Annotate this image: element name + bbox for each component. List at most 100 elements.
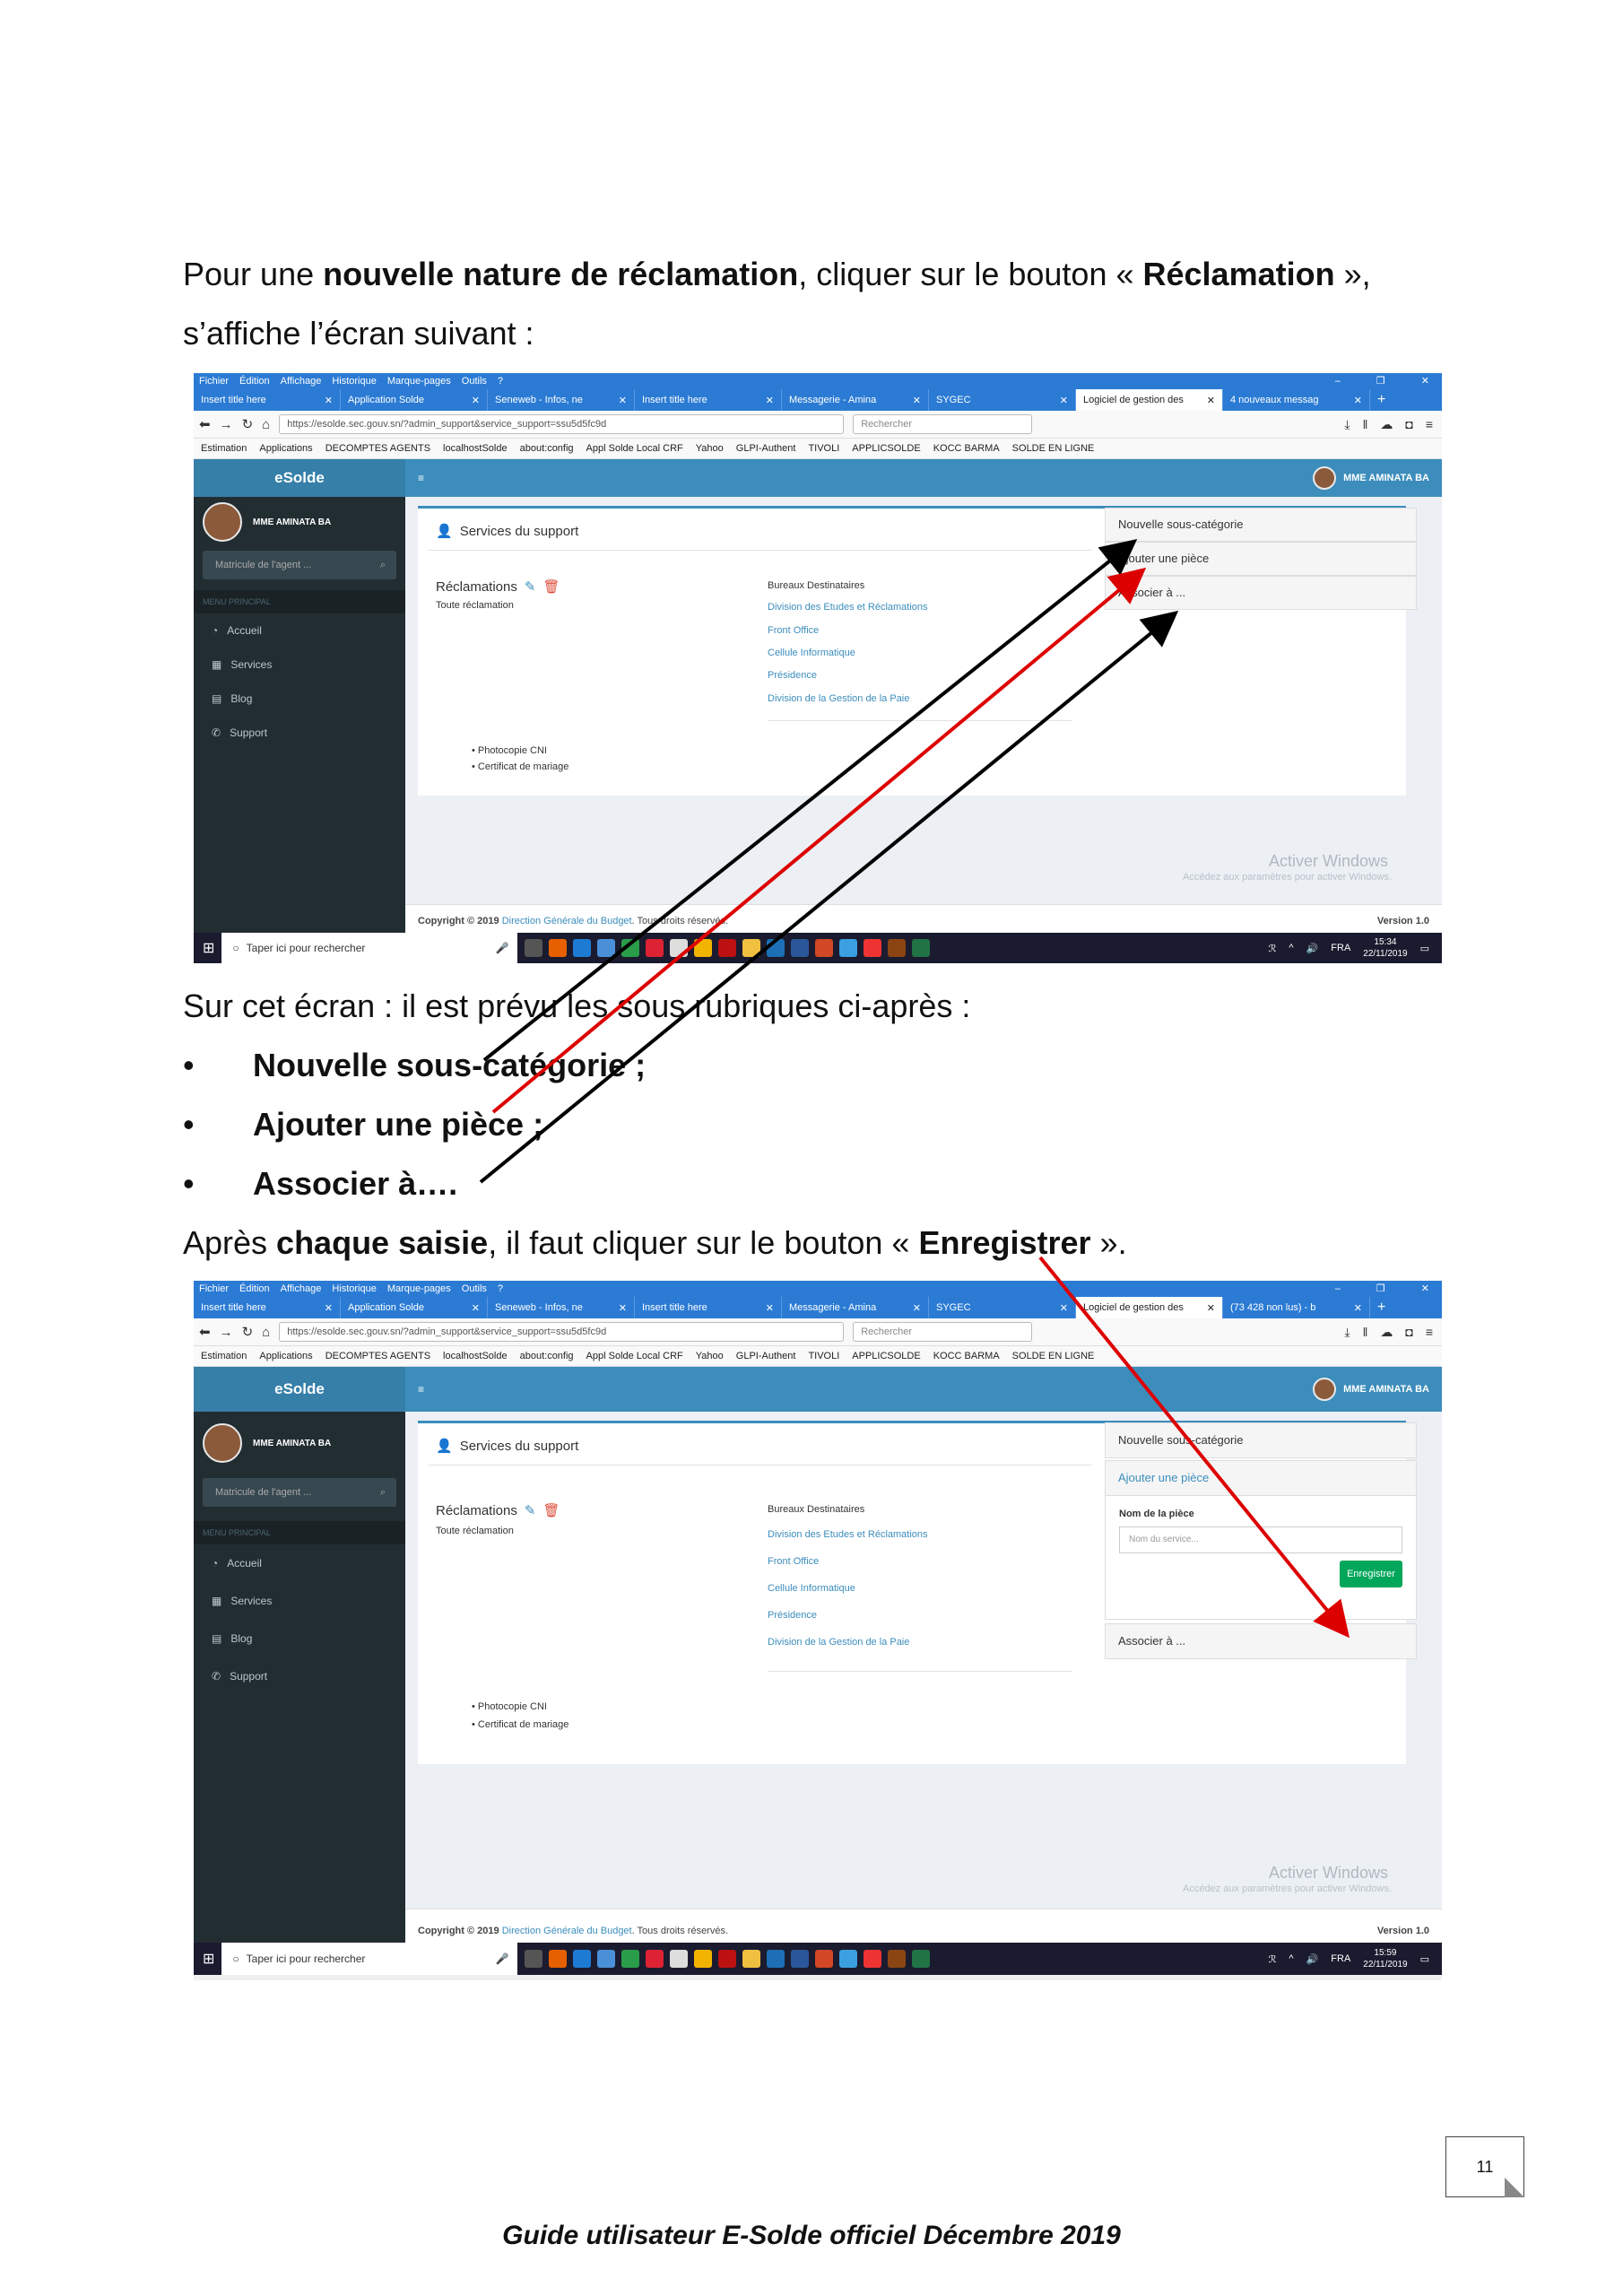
bookmark[interactable]: TIVOLI: [808, 1346, 839, 1366]
close-icon[interactable]: ✕: [1354, 1302, 1362, 1314]
dgb-link[interactable]: Direction Générale du Budget: [502, 916, 632, 926]
task-view-icon[interactable]: [525, 939, 543, 957]
excel-icon[interactable]: [912, 939, 931, 957]
browser-search-input[interactable]: Rechercher: [853, 1322, 1033, 1342]
bookmark[interactable]: about:config: [520, 439, 574, 458]
browser-tab[interactable]: Messagerie - Amina ✕: [782, 389, 929, 411]
bureau-link[interactable]: Présidence: [768, 670, 817, 681]
ajouter-piece-button[interactable]: Ajouter une pièce: [1105, 1460, 1417, 1496]
bureau-link[interactable]: Cellule Informatique: [768, 1583, 855, 1594]
trash-icon[interactable]: 🗑: [542, 578, 560, 595]
close-icon[interactable]: ✕: [766, 395, 774, 406]
sidebar-item-support[interactable]: ✆ Support: [194, 716, 405, 750]
sidebar-item-accueil[interactable]: ◔ Accueil: [194, 613, 405, 648]
bookmark[interactable]: Yahoo: [696, 1346, 724, 1366]
trash-icon[interactable]: 🗑: [542, 1502, 560, 1518]
bookmark[interactable]: KOCC BARMA: [933, 1346, 1000, 1366]
pocket-icon[interactable]: ◘: [1405, 417, 1412, 432]
folder-icon[interactable]: [742, 1950, 761, 1968]
chevron-up-icon[interactable]: ^: [1289, 943, 1293, 953]
restore-icon[interactable]: ❐: [1376, 1281, 1385, 1297]
task-view-icon[interactable]: [525, 1950, 543, 1968]
bookmark[interactable]: APPLICSOLDE: [852, 439, 920, 458]
menu-edition[interactable]: Édition: [239, 373, 270, 389]
menu-affichage[interactable]: Affichage: [281, 373, 322, 389]
browser-tab[interactable]: Seneweb - Infos, ne ✕: [488, 389, 635, 411]
bookmark[interactable]: about:config: [520, 1346, 574, 1366]
new-tab-icon[interactable]: +: [1370, 1297, 1393, 1318]
bookmark[interactable]: DECOMPTES AGENTS: [325, 439, 430, 458]
menu-marque-pages[interactable]: Marque-pages: [387, 1281, 451, 1297]
powerpoint-icon[interactable]: [815, 939, 834, 957]
new-tab-icon[interactable]: +: [1370, 389, 1393, 411]
menu-aide[interactable]: ?: [498, 373, 503, 389]
download-icon[interactable]: ⤓: [1344, 1325, 1350, 1340]
filezilla-icon[interactable]: [718, 939, 737, 957]
app-icon[interactable]: [597, 1950, 616, 1968]
edge-icon[interactable]: [573, 1950, 592, 1968]
reload-icon[interactable]: ↻: [242, 1324, 254, 1340]
dgb-link[interactable]: Direction Générale du Budget: [502, 1926, 632, 1936]
home-icon[interactable]: ⌂: [262, 1325, 270, 1340]
menu-icon[interactable]: ≡: [1426, 417, 1433, 432]
mail-icon[interactable]: [670, 1950, 689, 1968]
app-brand[interactable]: eSolde: [194, 459, 405, 497]
bookmark[interactable]: Appl Solde Local CRF: [586, 1346, 683, 1366]
edge-icon[interactable]: [573, 939, 592, 957]
browser-tab[interactable]: Seneweb - Infos, ne ✕: [488, 1297, 635, 1318]
windows-start-icon[interactable]: ⊞: [203, 939, 214, 957]
download-icon[interactable]: ⤓: [1344, 417, 1350, 432]
microphone-icon[interactable]: 🎤: [495, 942, 517, 954]
back-icon[interactable]: ⬅: [199, 416, 211, 432]
people-icon[interactable]: ℛ: [1269, 943, 1277, 954]
ajouter-piece-button[interactable]: Ajouter une pièce: [1105, 542, 1417, 576]
firefox-icon[interactable]: [549, 1950, 568, 1968]
menu-edition[interactable]: Édition: [239, 1281, 270, 1297]
bookmark[interactable]: Appl Solde Local CRF: [586, 439, 683, 458]
app-icon[interactable]: [646, 1950, 664, 1968]
folder-icon[interactable]: [742, 939, 761, 957]
browser-tab-active[interactable]: Logiciel de gestion des ✕: [1076, 389, 1223, 411]
bureau-link[interactable]: Cellule Informatique: [768, 648, 855, 658]
app-icon[interactable]: [839, 1950, 858, 1968]
close-icon[interactable]: ✕: [619, 1302, 627, 1314]
menu-outils[interactable]: Outils: [462, 1281, 487, 1297]
bookmark[interactable]: DECOMPTES AGENTS: [325, 1346, 430, 1366]
close-icon[interactable]: ✕: [766, 1302, 774, 1314]
taskbar-search[interactable]: ○ Taper ici pour rechercher 🎤: [221, 1943, 518, 1975]
notification-icon[interactable]: ▭: [1420, 1953, 1429, 1965]
language[interactable]: FRA: [1331, 1953, 1350, 1964]
minimize-icon[interactable]: –: [1335, 1281, 1341, 1297]
bureau-link[interactable]: Front Office: [768, 1556, 819, 1567]
app-icon[interactable]: [767, 939, 785, 957]
volume-icon[interactable]: 🔊: [1306, 1953, 1319, 1965]
mail-icon[interactable]: [670, 939, 689, 957]
menu-icon[interactable]: ≡: [1426, 1325, 1433, 1340]
sync-icon[interactable]: ☁: [1380, 1325, 1393, 1340]
close-window-icon[interactable]: ✕: [1421, 1281, 1429, 1297]
bookmark[interactable]: TIVOLI: [808, 439, 839, 458]
bookmark[interactable]: Applications: [259, 439, 312, 458]
search-icon[interactable]: ⌕: [380, 1478, 396, 1507]
bookmark[interactable]: Estimation: [201, 439, 247, 458]
bureau-link[interactable]: Présidence: [768, 1610, 817, 1621]
reload-icon[interactable]: ↻: [242, 416, 254, 432]
app-icon[interactable]: [597, 939, 616, 957]
close-icon[interactable]: ✕: [472, 395, 480, 406]
home-icon[interactable]: ⌂: [262, 417, 270, 432]
close-icon[interactable]: ✕: [619, 395, 627, 406]
bookmark[interactable]: localhostSolde: [443, 1346, 508, 1366]
close-icon[interactable]: ✕: [1354, 395, 1362, 406]
user-menu[interactable]: MME AMINATA BA: [1313, 466, 1429, 490]
chrome-icon[interactable]: [694, 1950, 713, 1968]
bookmark[interactable]: Estimation: [201, 1346, 247, 1366]
app-icon[interactable]: [888, 939, 907, 957]
bookmark[interactable]: Yahoo: [696, 439, 724, 458]
bookmark[interactable]: GLPI-Authent: [736, 1346, 796, 1366]
app-icon[interactable]: [839, 939, 858, 957]
browser-search-input[interactable]: Rechercher: [853, 414, 1033, 434]
bookmark[interactable]: SOLDE EN LIGNE: [1012, 439, 1095, 458]
url-bar[interactable]: https://esolde.sec.gouv.sn/?admin_suppor…: [279, 1322, 845, 1342]
app-icon[interactable]: [646, 939, 664, 957]
app-icon[interactable]: [621, 1950, 640, 1968]
